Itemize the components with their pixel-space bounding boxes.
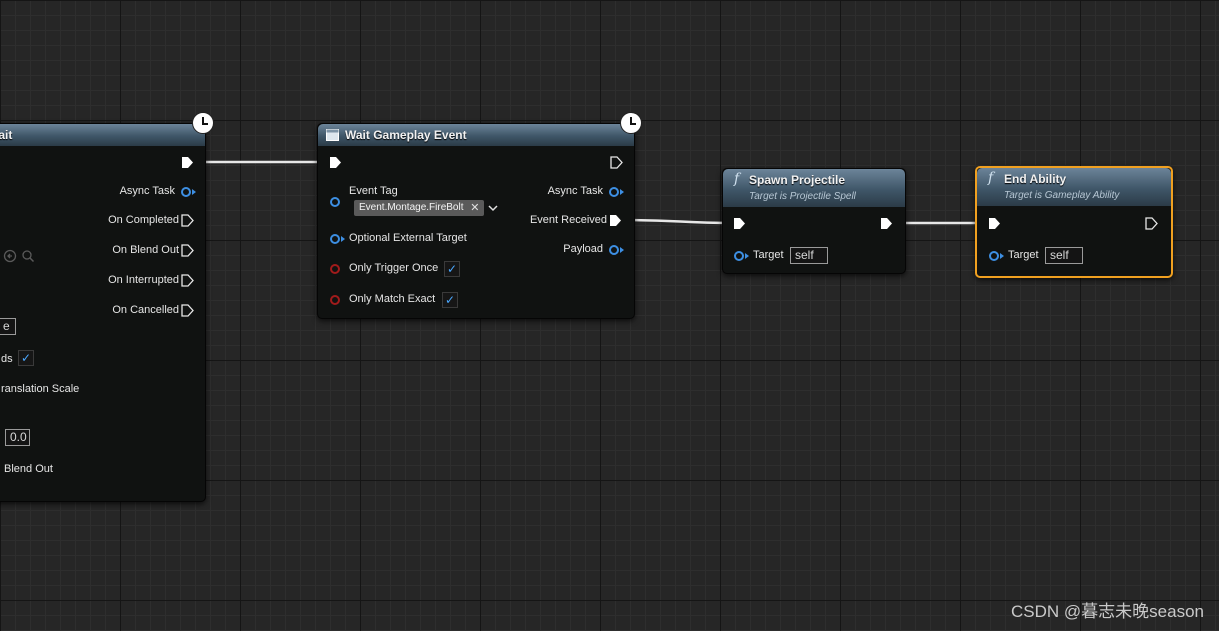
node-title: Vait bbox=[0, 128, 13, 142]
spawn-projectile-node[interactable]: f Spawn Projectile Target is Projectile … bbox=[722, 168, 906, 274]
event-icon bbox=[326, 129, 339, 141]
pin-arrow bbox=[620, 247, 624, 253]
checkmark-icon: ✓ bbox=[444, 293, 456, 307]
exec-in-pin[interactable] bbox=[329, 156, 342, 169]
on-blend-out-pin[interactable] bbox=[181, 244, 194, 257]
clock-icon bbox=[620, 112, 642, 134]
end-ability-node[interactable]: f End Ability Target is Gameplay Ability… bbox=[975, 166, 1173, 278]
checkmark-icon: ✓ bbox=[20, 351, 32, 365]
node-title: Wait Gameplay Event bbox=[345, 128, 467, 142]
target-pin[interactable] bbox=[989, 251, 999, 261]
on-interrupted-label: On Interrupted bbox=[108, 274, 179, 286]
pin-arrow bbox=[620, 189, 624, 195]
on-completed-pin[interactable] bbox=[181, 214, 194, 227]
play-montage-node[interactable]: Vait Async Task On Completed On Blend Ou… bbox=[0, 123, 206, 502]
translation-scale-label: ranslation Scale bbox=[1, 383, 80, 395]
payload-pin[interactable] bbox=[609, 245, 619, 255]
function-icon: f bbox=[988, 170, 994, 186]
target-field[interactable]: self bbox=[790, 247, 828, 264]
target-label: Target bbox=[753, 249, 784, 261]
number-field[interactable]: 0.0 bbox=[5, 429, 30, 446]
event-tag-value: Event.Montage.FireBolt bbox=[359, 202, 464, 213]
checkmark-icon: ✓ bbox=[446, 262, 458, 276]
event-tag-chip[interactable]: Event.Montage.FireBolt ✕ bbox=[354, 200, 484, 216]
event-tag-label: Event Tag bbox=[349, 185, 398, 197]
partial-checkbox[interactable]: ✓ bbox=[18, 350, 34, 366]
pin-arrow bbox=[745, 253, 749, 259]
exec-out-pin[interactable] bbox=[610, 156, 623, 169]
event-tag-pin[interactable] bbox=[330, 197, 340, 207]
async-task-label: Async Task bbox=[119, 185, 175, 197]
exec-out-pin[interactable] bbox=[1145, 217, 1158, 230]
only-match-exact-checkbox[interactable]: ✓ bbox=[442, 292, 458, 308]
async-task-pin[interactable] bbox=[609, 187, 619, 197]
node-header bbox=[0, 124, 205, 146]
checkbox-label-fragment: ds bbox=[1, 353, 13, 365]
search-icon[interactable] bbox=[21, 249, 35, 263]
pin-arrow bbox=[192, 189, 196, 195]
on-interrupted-pin[interactable] bbox=[181, 274, 194, 287]
payload-label: Payload bbox=[563, 243, 603, 255]
clock-icon bbox=[192, 112, 214, 134]
exec-out-pin[interactable] bbox=[181, 156, 194, 169]
function-icon: f bbox=[734, 171, 740, 187]
node-subtitle: Target is Gameplay Ability bbox=[1004, 190, 1120, 201]
target-pin[interactable] bbox=[734, 251, 744, 261]
blend-out-label: Blend Out bbox=[4, 463, 53, 475]
pin-arrow bbox=[1000, 253, 1004, 259]
async-task-pin[interactable] bbox=[181, 187, 191, 197]
only-trigger-once-label: Only Trigger Once bbox=[349, 262, 439, 274]
optional-external-target-label: Optional External Target bbox=[349, 232, 467, 244]
node-title: End Ability bbox=[1004, 172, 1067, 186]
exec-out-pin[interactable] bbox=[880, 217, 893, 230]
optional-external-target-pin[interactable] bbox=[330, 234, 340, 244]
only-trigger-once-pin[interactable] bbox=[330, 264, 340, 274]
watermark: CSDN @暮志未晚season bbox=[1011, 602, 1204, 621]
event-received-label: Event Received bbox=[529, 214, 607, 226]
node-title: Spawn Projectile bbox=[749, 173, 846, 187]
close-icon[interactable]: ✕ bbox=[470, 200, 479, 216]
exec-in-pin[interactable] bbox=[733, 217, 746, 230]
wait-gameplay-event-node[interactable]: Wait Gameplay Event Event Tag Event.Mont… bbox=[317, 123, 635, 319]
on-completed-label: On Completed bbox=[108, 214, 179, 226]
chevron-down-icon[interactable] bbox=[488, 204, 498, 212]
event-received-pin[interactable] bbox=[609, 214, 622, 227]
pin-arrow bbox=[341, 236, 345, 242]
partial-value-field[interactable]: e bbox=[0, 318, 16, 335]
on-cancelled-label: On Cancelled bbox=[112, 304, 179, 316]
only-match-exact-pin[interactable] bbox=[330, 295, 340, 305]
exec-in-pin[interactable] bbox=[988, 217, 1001, 230]
exec-wire-2 bbox=[621, 218, 734, 225]
on-blend-out-label: On Blend Out bbox=[112, 244, 179, 256]
async-task-label: Async Task bbox=[547, 185, 603, 197]
target-label: Target bbox=[1008, 249, 1039, 261]
back-icon[interactable] bbox=[3, 249, 17, 263]
only-trigger-once-checkbox[interactable]: ✓ bbox=[444, 261, 460, 277]
node-subtitle: Target is Projectile Spell bbox=[749, 191, 856, 202]
target-field[interactable]: self bbox=[1045, 247, 1083, 264]
only-match-exact-label: Only Match Exact bbox=[349, 293, 436, 305]
on-cancelled-pin[interactable] bbox=[181, 304, 194, 317]
